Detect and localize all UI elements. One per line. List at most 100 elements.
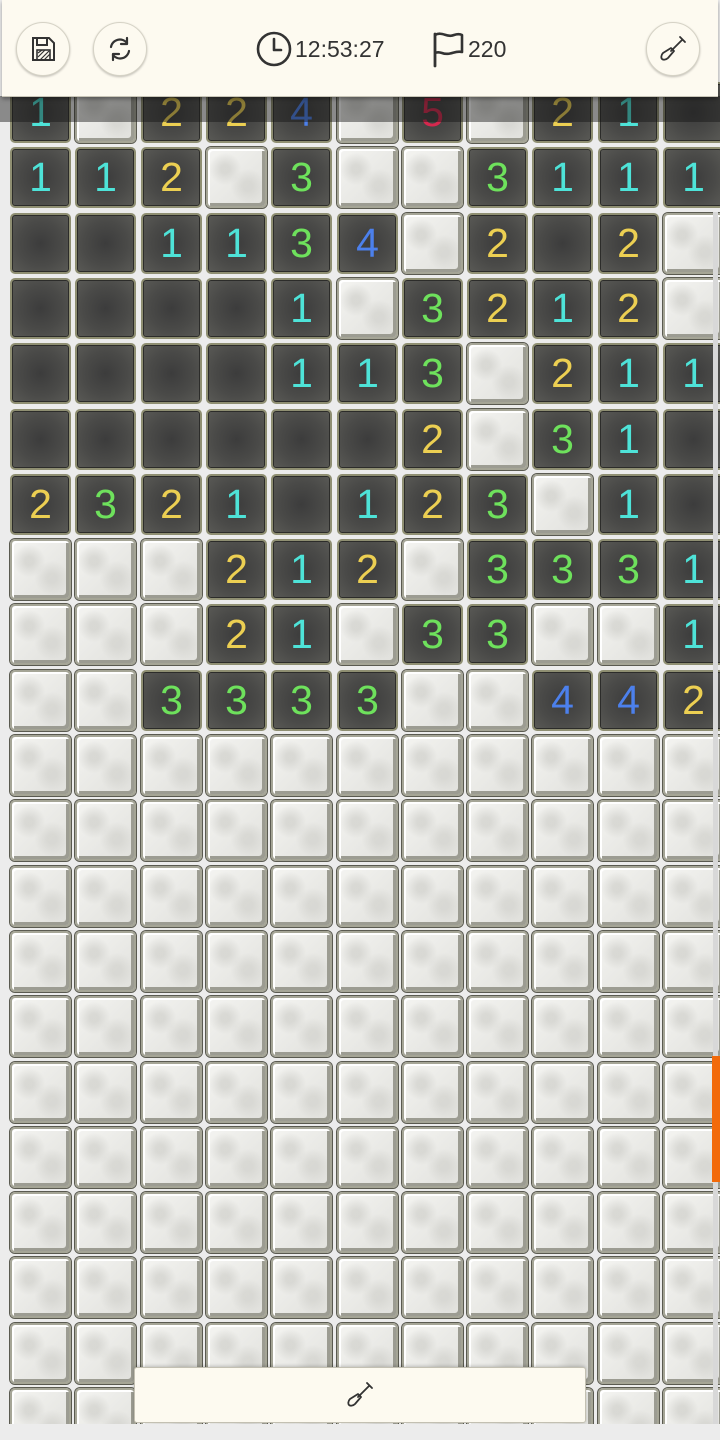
tile-closed[interactable] xyxy=(337,147,398,208)
tile-closed[interactable] xyxy=(402,800,463,861)
tile-closed[interactable] xyxy=(337,866,398,927)
tile-closed[interactable] xyxy=(532,1062,593,1123)
tile-closed[interactable] xyxy=(10,1257,71,1318)
tile-closed[interactable] xyxy=(337,1257,398,1318)
tile-closed[interactable] xyxy=(271,1192,332,1253)
dig-mode-toggle[interactable] xyxy=(134,1367,586,1423)
tile-closed[interactable] xyxy=(141,800,202,861)
tile-closed[interactable] xyxy=(10,1192,71,1253)
tile-closed[interactable] xyxy=(337,278,398,339)
tile-closed[interactable] xyxy=(402,1127,463,1188)
tile-closed[interactable] xyxy=(467,735,528,796)
tile-closed[interactable] xyxy=(532,1192,593,1253)
tile-closed[interactable] xyxy=(337,931,398,992)
tile-closed[interactable] xyxy=(10,800,71,861)
tile-closed[interactable] xyxy=(598,800,659,861)
tile-closed[interactable] xyxy=(271,1062,332,1123)
tile-closed[interactable] xyxy=(598,1323,659,1384)
tile-closed[interactable] xyxy=(75,1127,136,1188)
tile-closed[interactable] xyxy=(206,147,267,208)
tile-closed[interactable] xyxy=(663,800,720,861)
tile-closed[interactable] xyxy=(467,343,528,404)
tile-closed[interactable] xyxy=(402,866,463,927)
tile-closed[interactable] xyxy=(10,996,71,1057)
restart-button[interactable] xyxy=(93,22,147,76)
tile-closed[interactable] xyxy=(75,735,136,796)
tile-closed[interactable] xyxy=(75,800,136,861)
tile-closed[interactable] xyxy=(10,539,71,600)
save-button[interactable] xyxy=(16,22,70,76)
tile-closed[interactable] xyxy=(141,1257,202,1318)
tile-closed[interactable] xyxy=(141,931,202,992)
tile-closed[interactable] xyxy=(10,1127,71,1188)
tile-closed[interactable] xyxy=(271,1127,332,1188)
tile-closed[interactable] xyxy=(663,1257,720,1318)
tile-closed[interactable] xyxy=(402,213,463,274)
tile-closed[interactable] xyxy=(75,996,136,1057)
tile-closed[interactable] xyxy=(598,1257,659,1318)
minesweeper-board[interactable]: 1224521112331111134221321211321123123211… xyxy=(0,0,720,1440)
tile-closed[interactable] xyxy=(467,1257,528,1318)
tile-closed[interactable] xyxy=(532,474,593,535)
tile-closed[interactable] xyxy=(467,996,528,1057)
tile-closed[interactable] xyxy=(75,604,136,665)
tile-closed[interactable] xyxy=(598,604,659,665)
tile-closed[interactable] xyxy=(206,866,267,927)
tile-closed[interactable] xyxy=(402,931,463,992)
tile-closed[interactable] xyxy=(271,931,332,992)
tile-closed[interactable] xyxy=(402,1192,463,1253)
tile-closed[interactable] xyxy=(206,1127,267,1188)
tile-closed[interactable] xyxy=(532,996,593,1057)
tile-closed[interactable] xyxy=(206,996,267,1057)
tile-closed[interactable] xyxy=(10,670,71,731)
tile-closed[interactable] xyxy=(75,539,136,600)
tile-closed[interactable] xyxy=(141,604,202,665)
tile-closed[interactable] xyxy=(271,800,332,861)
tile-closed[interactable] xyxy=(75,866,136,927)
tile-closed[interactable] xyxy=(337,1192,398,1253)
tile-closed[interactable] xyxy=(206,1257,267,1318)
tile-closed[interactable] xyxy=(75,1323,136,1384)
scroll-indicator[interactable] xyxy=(712,1056,720,1182)
tile-closed[interactable] xyxy=(337,1062,398,1123)
tile-closed[interactable] xyxy=(75,1257,136,1318)
tile-closed[interactable] xyxy=(467,800,528,861)
tile-closed[interactable] xyxy=(337,604,398,665)
tile-closed[interactable] xyxy=(10,866,71,927)
tile-closed[interactable] xyxy=(663,931,720,992)
tile-closed[interactable] xyxy=(532,1127,593,1188)
tile-closed[interactable] xyxy=(402,1257,463,1318)
tile-closed[interactable] xyxy=(467,670,528,731)
tile-closed[interactable] xyxy=(598,1127,659,1188)
tile-closed[interactable] xyxy=(402,735,463,796)
dig-tool-button[interactable] xyxy=(646,22,700,76)
tile-closed[interactable] xyxy=(532,866,593,927)
tile-closed[interactable] xyxy=(467,866,528,927)
tile-closed[interactable] xyxy=(337,996,398,1057)
tile-closed[interactable] xyxy=(598,931,659,992)
tile-closed[interactable] xyxy=(663,1323,720,1384)
tile-closed[interactable] xyxy=(206,1192,267,1253)
tile-closed[interactable] xyxy=(141,996,202,1057)
tile-closed[interactable] xyxy=(75,931,136,992)
tile-closed[interactable] xyxy=(598,735,659,796)
tile-closed[interactable] xyxy=(10,1062,71,1123)
tile-closed[interactable] xyxy=(271,996,332,1057)
tile-closed[interactable] xyxy=(598,996,659,1057)
tile-closed[interactable] xyxy=(141,1127,202,1188)
tile-closed[interactable] xyxy=(75,670,136,731)
tile-closed[interactable] xyxy=(598,1192,659,1253)
tile-closed[interactable] xyxy=(663,866,720,927)
tile-closed[interactable] xyxy=(532,931,593,992)
tile-closed[interactable] xyxy=(10,1323,71,1384)
tile-closed[interactable] xyxy=(271,1257,332,1318)
tile-closed[interactable] xyxy=(532,735,593,796)
tile-closed[interactable] xyxy=(402,147,463,208)
tile-closed[interactable] xyxy=(467,409,528,470)
tile-closed[interactable] xyxy=(663,213,720,274)
tile-closed[interactable] xyxy=(206,735,267,796)
tile-closed[interactable] xyxy=(141,866,202,927)
tile-closed[interactable] xyxy=(663,735,720,796)
tile-closed[interactable] xyxy=(402,1062,463,1123)
tile-closed[interactable] xyxy=(75,1192,136,1253)
